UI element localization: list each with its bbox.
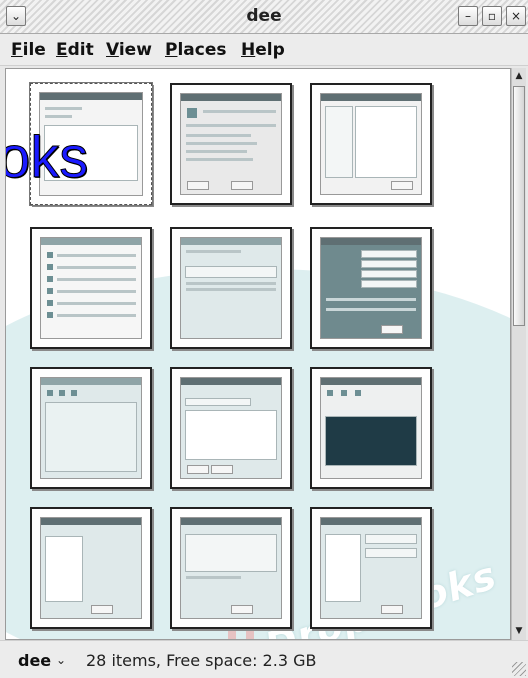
status-bar: dee ⌄ 28 items, Free space: 2.3 GB — [0, 640, 528, 678]
screenshot-preview — [320, 237, 422, 339]
title-bar: ⌄ dee – ▫ × — [0, 0, 528, 34]
close-icon: × — [510, 9, 522, 23]
screenshot-preview — [180, 93, 282, 195]
minimize-icon: – — [465, 9, 471, 23]
file-thumbnail[interactable] — [310, 83, 432, 205]
overlay-watermark-text: oks — [5, 125, 89, 190]
screenshot-preview — [40, 377, 142, 479]
file-thumbnail[interactable] — [170, 507, 292, 629]
menu-view[interactable]: View — [106, 40, 152, 60]
scroll-up-icon[interactable]: ▲ — [513, 69, 525, 83]
screenshot-preview — [320, 93, 422, 195]
status-text: 28 items, Free space: 2.3 GB — [86, 651, 317, 670]
file-icon-view[interactable]: Dropbooks — [5, 68, 511, 640]
maximize-button[interactable]: ▫ — [482, 6, 502, 26]
file-thumbnail[interactable] — [310, 227, 432, 349]
screenshot-preview — [320, 517, 422, 619]
menu-help[interactable]: Help — [241, 40, 285, 60]
vertical-scrollbar[interactable]: ▲ ▼ — [511, 68, 526, 640]
file-thumbnail[interactable] — [310, 507, 432, 629]
file-thumbnail[interactable] — [170, 367, 292, 489]
scrollbar-thumb[interactable] — [513, 86, 525, 326]
screenshot-preview — [180, 237, 282, 339]
scroll-down-icon[interactable]: ▼ — [513, 624, 525, 638]
screenshot-preview — [40, 237, 142, 339]
chevron-down-icon[interactable]: ⌄ — [56, 653, 66, 667]
screenshot-preview — [180, 517, 282, 619]
menu-file[interactable]: File — [11, 40, 46, 60]
file-thumbnail[interactable] — [170, 83, 292, 205]
file-thumbnail[interactable] — [310, 367, 432, 489]
menu-bar: File Edit View Places Help — [0, 34, 528, 66]
location-button[interactable]: dee — [18, 651, 51, 670]
menu-edit[interactable]: Edit — [56, 40, 94, 60]
close-button[interactable]: × — [506, 6, 526, 26]
resize-grip-icon[interactable] — [512, 662, 526, 676]
minimize-button[interactable]: – — [458, 6, 478, 26]
maximize-icon: ▫ — [487, 9, 497, 23]
screenshot-preview — [180, 377, 282, 479]
menu-places[interactable]: Places — [165, 40, 227, 60]
window-title: dee — [246, 6, 282, 26]
file-thumbnail[interactable] — [30, 227, 152, 349]
screenshot-preview — [320, 377, 422, 479]
file-thumbnail[interactable] — [30, 507, 152, 629]
screenshot-preview — [40, 517, 142, 619]
file-thumbnail[interactable] — [30, 367, 152, 489]
file-thumbnail[interactable] — [170, 227, 292, 349]
